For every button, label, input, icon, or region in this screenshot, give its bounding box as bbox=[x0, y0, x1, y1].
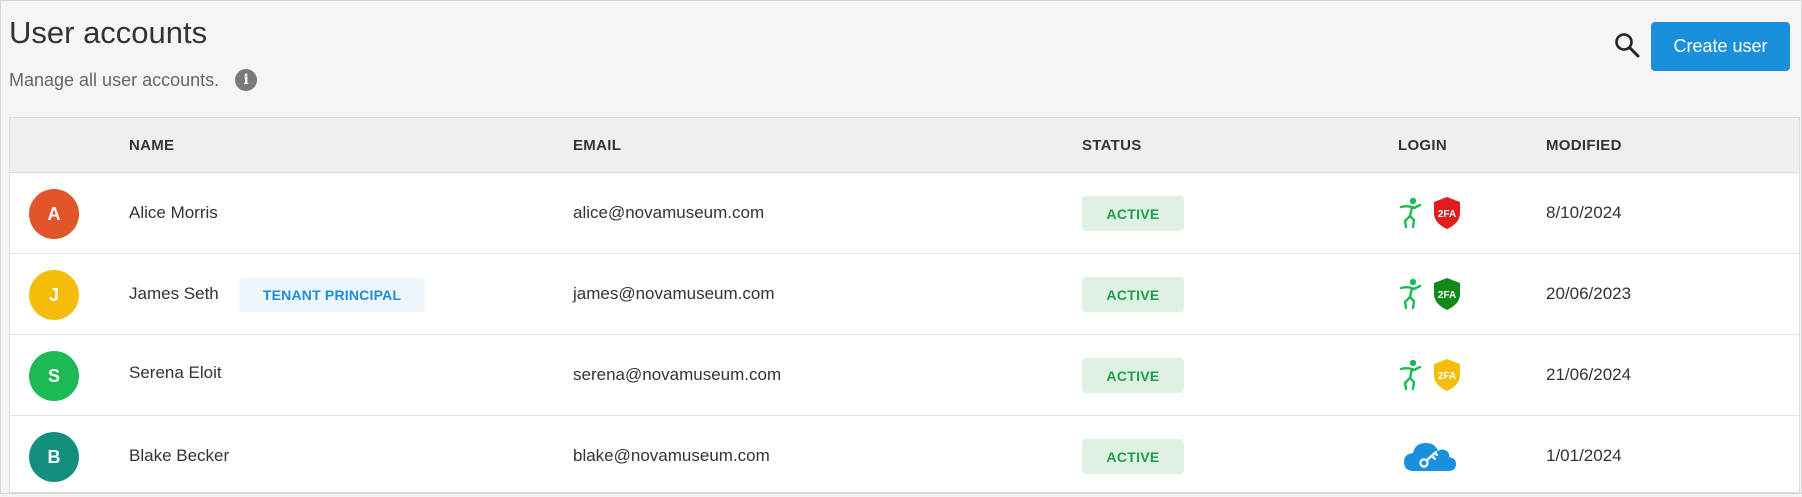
login-methods: 2FA bbox=[1398, 276, 1462, 312]
table-row[interactable]: J James Seth TENANT PRINCIPAL james@nova… bbox=[10, 254, 1799, 335]
modified-date: 21/06/2024 bbox=[1546, 365, 1632, 384]
subtitle-row: Manage all user accounts. i bbox=[9, 68, 258, 92]
login-methods: 2FA bbox=[1398, 357, 1462, 393]
2fa-shield-yellow-icon: 2FA bbox=[1434, 359, 1460, 391]
table-row[interactable]: S Serena Eloit serena@novamuseum.com ACT… bbox=[10, 335, 1799, 416]
create-user-button[interactable]: Create user bbox=[1651, 22, 1790, 71]
user-name[interactable]: James Seth bbox=[129, 284, 219, 304]
avatar: S bbox=[29, 351, 79, 401]
sso-person-icon bbox=[1399, 359, 1422, 391]
column-header-name[interactable]: NAME bbox=[129, 137, 174, 154]
avatar: B bbox=[29, 432, 79, 482]
user-email: blake@novamuseum.com bbox=[573, 446, 770, 465]
user-email: james@novamuseum.com bbox=[573, 284, 775, 303]
status-badge: ACTIVE bbox=[1082, 196, 1184, 231]
modified-date: 8/10/2024 bbox=[1546, 203, 1622, 222]
2fa-shield-red-icon: 2FA bbox=[1434, 197, 1460, 229]
2fa-shield-green-icon: 2FA bbox=[1434, 278, 1460, 310]
avatar: J bbox=[29, 270, 79, 320]
login-methods: 2FA bbox=[1398, 195, 1462, 231]
user-name[interactable]: Blake Becker bbox=[129, 446, 229, 466]
cloud-key-icon bbox=[1404, 443, 1456, 471]
table-header: NAME EMAIL STATUS LOGIN MODIFIED bbox=[10, 118, 1799, 173]
user-email: alice@novamuseum.com bbox=[573, 203, 765, 222]
column-header-email[interactable]: EMAIL bbox=[573, 137, 621, 154]
status-badge: ACTIVE bbox=[1082, 277, 1184, 312]
page-title: User accounts bbox=[9, 15, 208, 50]
user-email: serena@novamuseum.com bbox=[573, 365, 782, 384]
login-methods bbox=[1402, 438, 1458, 474]
modified-date: 20/06/2023 bbox=[1546, 284, 1632, 303]
column-header-modified[interactable]: MODIFIED bbox=[1546, 137, 1622, 154]
avatar: A bbox=[29, 189, 79, 239]
user-name[interactable]: Alice Morris bbox=[129, 203, 218, 223]
modified-date: 1/01/2024 bbox=[1546, 446, 1622, 465]
column-header-status[interactable]: STATUS bbox=[1082, 137, 1142, 154]
user-name[interactable]: Serena Eloit bbox=[129, 363, 222, 383]
table-row[interactable]: A Alice Morris alice@novamuseum.com ACTI… bbox=[10, 173, 1799, 254]
status-badge: ACTIVE bbox=[1082, 358, 1184, 393]
2fa-label: 2FA bbox=[1438, 371, 1456, 382]
info-icon[interactable]: i bbox=[235, 69, 258, 91]
tenant-principal-badge: TENANT PRINCIPAL bbox=[239, 278, 425, 312]
status-badge: ACTIVE bbox=[1082, 439, 1184, 474]
2fa-label: 2FA bbox=[1438, 290, 1456, 301]
column-header-login[interactable]: LOGIN bbox=[1398, 137, 1447, 154]
user-table: NAME EMAIL STATUS LOGIN MODIFIED A Alice… bbox=[9, 117, 1800, 493]
page-subtitle: Manage all user accounts. bbox=[9, 69, 220, 90]
sso-person-icon bbox=[1399, 278, 1422, 310]
sso-person-icon bbox=[1399, 197, 1422, 229]
table-row[interactable]: B Blake Becker blake@novamuseum.com ACTI… bbox=[10, 416, 1799, 497]
search-icon[interactable] bbox=[1613, 31, 1641, 59]
user-accounts-page: User accounts Manage all user accounts. … bbox=[0, 0, 1802, 494]
2fa-label: 2FA bbox=[1438, 209, 1456, 220]
